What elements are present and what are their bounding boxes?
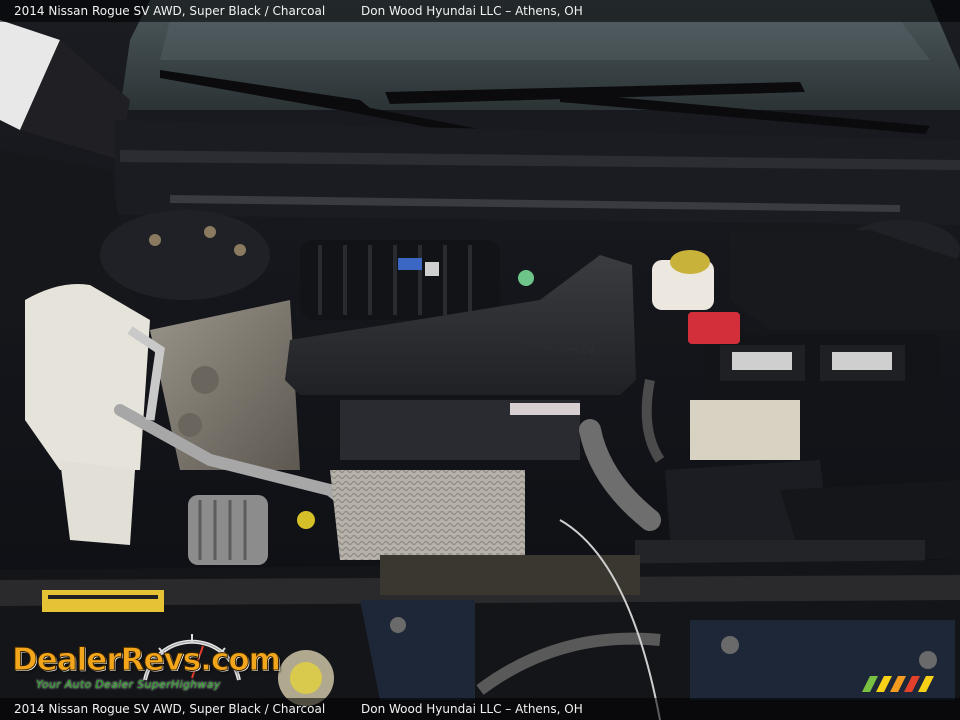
stripes-logo-icon <box>862 676 934 692</box>
bottom-dealer-caption: Don Wood Hyundai LLC – Athens, OH <box>361 702 583 716</box>
top-caption-bar: 2014 Nissan Rogue SV AWD, Super Black / … <box>0 0 960 22</box>
strut-mount-left <box>100 210 270 300</box>
bottom-caption-bar: 2014 Nissan Rogue SV AWD, Super Black / … <box>0 698 960 720</box>
top-vehicle-caption: 2014 Nissan Rogue SV AWD, Super Black / … <box>14 4 326 18</box>
dipstick-handle <box>297 511 315 529</box>
coolant-cap <box>670 250 710 274</box>
dealerrevs-brand: DealerRevs.com <box>12 642 282 679</box>
battery-terminal-cap <box>688 312 740 344</box>
bottom-vehicle-caption: 2014 Nissan Rogue SV AWD, Super Black / … <box>14 702 326 716</box>
top-dealer-caption: Don Wood Hyundai LLC – Athens, OH <box>361 4 583 18</box>
engine-bay-photo: NISSAN <box>0 0 960 720</box>
exhaust-heat-shield <box>330 470 525 560</box>
dealerrevs-tagline: Your Auto Dealer SuperHighway <box>36 678 221 691</box>
fan-warning-label <box>42 590 164 612</box>
photo-stage: NISSAN 2014 Nissan Rogue SV AWD, Super B… <box>0 0 960 720</box>
dealerrevs-watermark: DealerRevs.com Your Auto Dealer SuperHig… <box>12 628 281 694</box>
washer-reservoir-lower <box>60 460 135 545</box>
washer-reservoir <box>25 284 150 470</box>
